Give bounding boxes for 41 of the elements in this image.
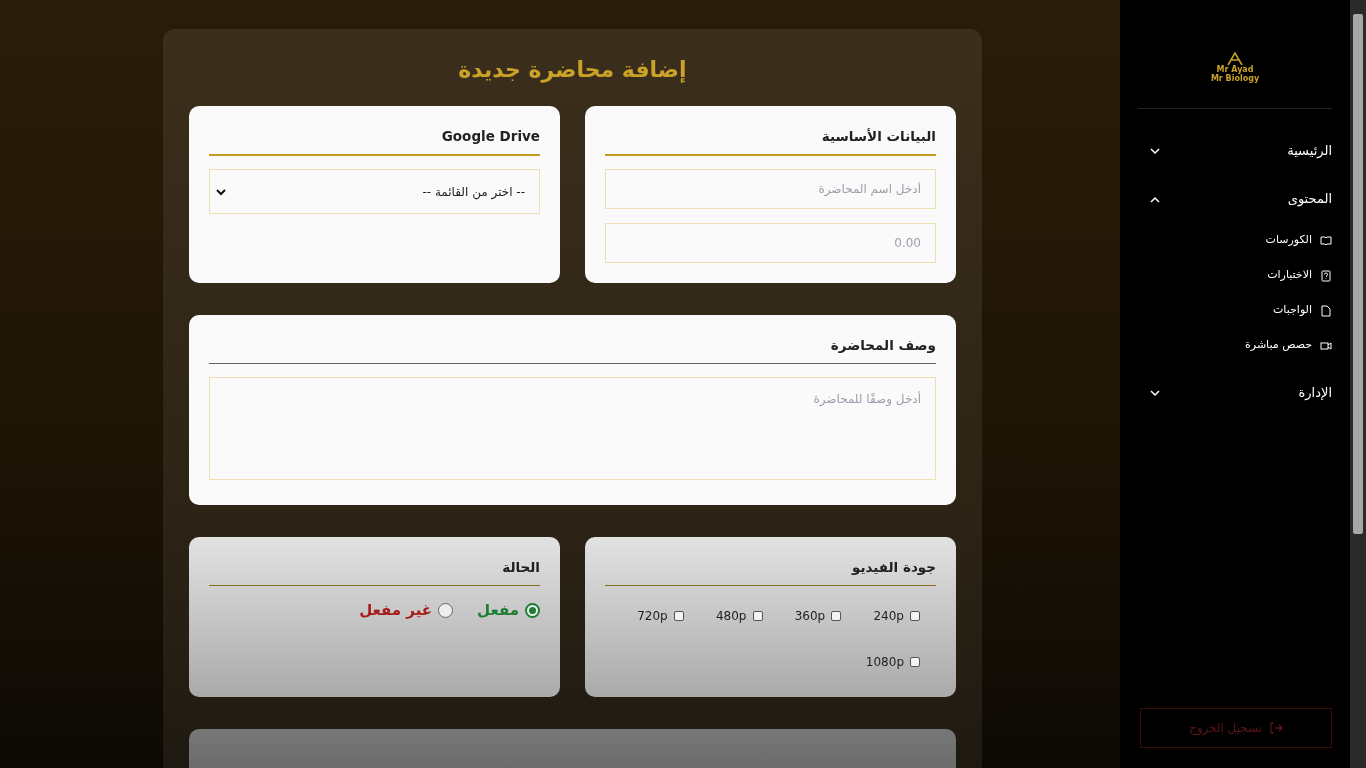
- chevron-down-icon: [1150, 389, 1160, 397]
- chevron-down-icon: [216, 187, 226, 196]
- radio-button[interactable]: [525, 603, 540, 618]
- sidebar-subitem[interactable]: الكورسات: [1259, 223, 1332, 258]
- card-title: البيانات الأساسية: [605, 126, 936, 157]
- page-title: إضافة محاضرة جديدة: [457, 56, 688, 85]
- card-title: Google Drive: [209, 126, 540, 157]
- scrollbar[interactable]: [1350, 0, 1366, 768]
- card-title: وصف المحاضرة: [209, 335, 936, 365]
- checkbox-label: 720p: [637, 608, 668, 626]
- logout-icon: [1270, 722, 1284, 734]
- checkbox-label: 240p: [873, 608, 904, 626]
- sidebar-item[interactable]: المحتوى: [1138, 175, 1332, 223]
- checkbox[interactable]: [831, 611, 842, 622]
- radio-label: مفعل: [477, 600, 519, 622]
- checkbox-label: 480p: [715, 608, 747, 626]
- text-field[interactable]: 0.00: [605, 223, 936, 264]
- card-title: الحالة: [209, 557, 540, 587]
- checkbox[interactable]: [910, 611, 920, 622]
- book-icon: [1320, 234, 1332, 247]
- video-camera-icon: [1320, 339, 1332, 352]
- checkbox-label: 360p: [794, 608, 826, 626]
- logo: Mr Ayad Mr Biology: [1138, 28, 1332, 108]
- sidebar-item[interactable]: الإدارة: [1138, 369, 1332, 417]
- question-file-icon: [1320, 269, 1332, 282]
- card-title: جودة الفيديو: [605, 557, 936, 587]
- sidebar-item[interactable]: الرئيسية: [1138, 127, 1332, 175]
- checkbox[interactable]: [752, 611, 763, 622]
- description-field[interactable]: أدخل وصفًا للمحاضرة: [209, 377, 936, 481]
- sidebar-subitem[interactable]: الاختبارات: [1261, 258, 1332, 293]
- checkbox[interactable]: [910, 657, 920, 668]
- chevron-up-icon: [1150, 195, 1160, 203]
- checkbox-label: 1080p: [865, 654, 904, 672]
- dropdown-field[interactable]: -- اختر من القائمة --: [209, 169, 540, 215]
- chevron-down-icon: [1150, 147, 1160, 155]
- sidebar-subitem[interactable]: حصص مباشرة: [1239, 328, 1332, 363]
- file-icon: [1320, 304, 1332, 317]
- checkbox[interactable]: [673, 611, 684, 622]
- sidebar-subitem[interactable]: الواجبات: [1267, 293, 1332, 328]
- radio-button[interactable]: [438, 603, 454, 618]
- radio-label: غير مفعل: [359, 600, 433, 622]
